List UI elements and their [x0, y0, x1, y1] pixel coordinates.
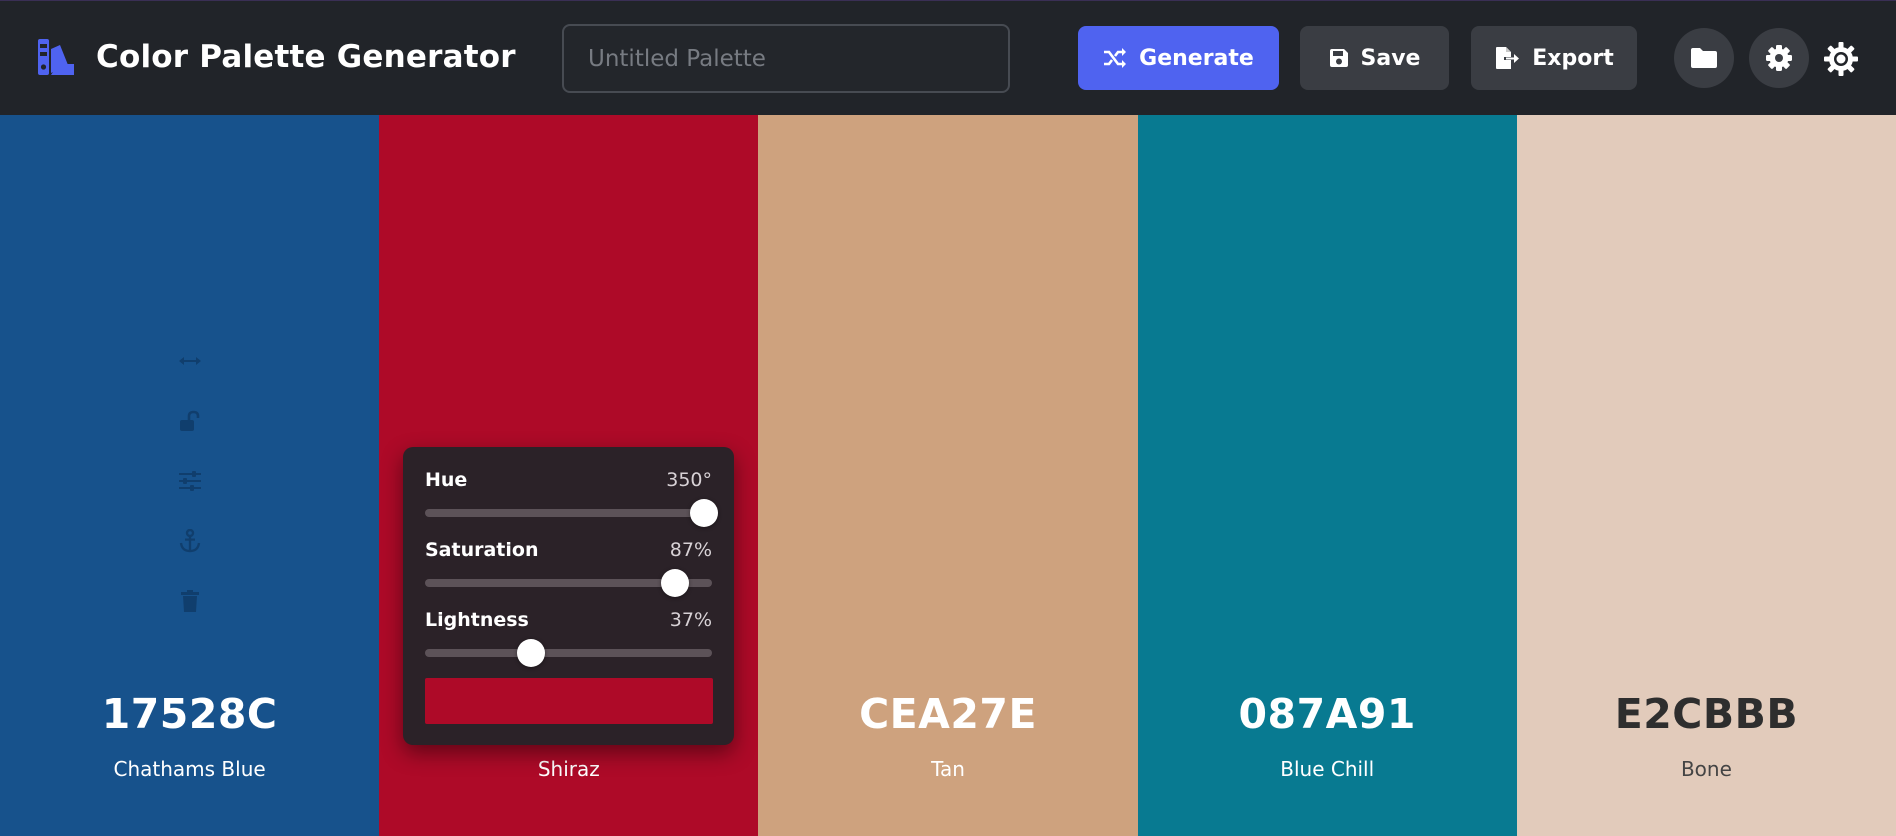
theme-toggle-button[interactable] — [1821, 39, 1861, 79]
saturation-slider-row: Saturation 87% — [425, 539, 712, 609]
adjust-color-button[interactable] — [170, 465, 210, 497]
hue-slider[interactable] — [425, 499, 719, 527]
folder-icon — [1691, 48, 1717, 68]
saturation-slider-thumb[interactable] — [660, 569, 689, 597]
delete-color-button[interactable] — [170, 585, 210, 617]
export-button[interactable]: Export — [1471, 26, 1637, 90]
drag-handle[interactable] — [170, 345, 210, 377]
generate-label: Generate — [1139, 45, 1254, 71]
hue-value: 350° — [666, 469, 712, 491]
unlock-icon — [180, 410, 200, 431]
color-hex[interactable]: E2CBBB — [1517, 690, 1896, 738]
floppy-disk-icon — [1329, 49, 1348, 67]
file-export-icon — [1496, 47, 1520, 69]
app-header: Color Palette Generator Generate Save Ex… — [0, 0, 1896, 115]
lightness-label: Lightness — [425, 609, 529, 631]
hue-slider-row: Hue 350° — [425, 469, 719, 539]
gear-icon — [1766, 45, 1792, 71]
color-name: Chathams Blue — [113, 757, 266, 781]
color-hex[interactable]: 087A91 — [1138, 690, 1517, 738]
lightness-value: 37% — [669, 609, 712, 631]
color-name: Blue Chill — [1280, 757, 1375, 781]
color-swatch[interactable]: 087A91 Blue Chill — [1137, 115, 1517, 836]
anchor-icon — [179, 529, 201, 553]
color-name: Tan — [931, 757, 965, 781]
color-name: Bone — [1680, 757, 1732, 781]
generate-button[interactable]: Generate — [1078, 26, 1279, 90]
hue-slider-thumb[interactable] — [690, 499, 719, 527]
saturation-slider[interactable] — [425, 569, 712, 597]
palette-swatches-icon — [38, 39, 74, 75]
color-hex[interactable]: 17528C — [0, 690, 379, 738]
swatch-toolbar — [170, 345, 210, 645]
brand: Color Palette Generator — [36, 37, 516, 77]
save-label: Save — [1360, 45, 1421, 71]
lock-color-button[interactable] — [170, 405, 210, 437]
color-hex[interactable]: CEA27E — [758, 690, 1137, 738]
open-palettes-button[interactable] — [1674, 28, 1734, 88]
color-preview — [425, 678, 713, 724]
color-name: Shiraz — [537, 757, 600, 781]
saturation-value: 87% — [669, 539, 712, 561]
palette: 17528C Chathams Blue Shiraz CEA27E Tan 0… — [0, 115, 1896, 836]
export-label: Export — [1532, 45, 1614, 71]
app-title: Color Palette Generator — [96, 39, 516, 75]
anchor-color-button[interactable] — [170, 525, 210, 557]
lightness-slider[interactable] — [425, 639, 712, 667]
lightness-slider-thumb[interactable] — [517, 639, 546, 667]
color-swatch[interactable]: E2CBBB Bone — [1516, 115, 1896, 836]
saturation-label: Saturation — [425, 539, 539, 561]
hue-label: Hue — [425, 469, 468, 491]
sun-icon — [1824, 42, 1858, 76]
settings-button[interactable] — [1749, 28, 1809, 88]
color-swatch[interactable]: CEA27E Tan — [758, 115, 1138, 836]
save-button[interactable]: Save — [1300, 26, 1449, 90]
arrows-horizontal-icon — [179, 357, 201, 365]
color-adjust-panel: Hue 350° Saturation 87% Lightness 37% — [403, 447, 734, 745]
sliders-icon — [179, 471, 201, 491]
shuffle-icon — [1104, 48, 1127, 68]
color-swatch[interactable]: 17528C Chathams Blue — [0, 115, 380, 836]
trash-icon — [181, 590, 199, 612]
palette-name-input[interactable] — [562, 24, 1010, 93]
lightness-slider-row: Lightness 37% — [425, 609, 712, 679]
